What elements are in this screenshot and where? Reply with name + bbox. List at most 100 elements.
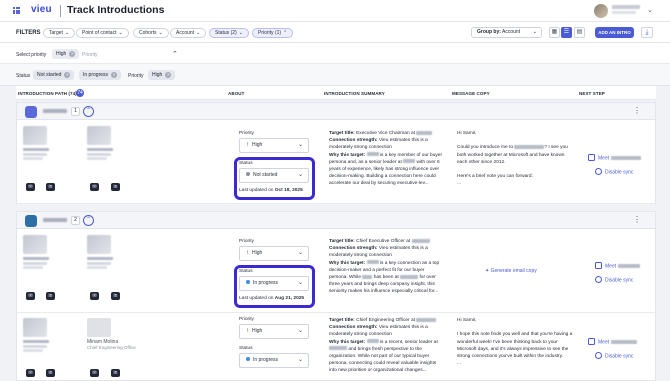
chevron-up-icon[interactable]: ⌃ bbox=[83, 215, 94, 226]
col-intro-path[interactable]: INTRODUCTION PATH (74) bbox=[18, 91, 77, 96]
status-tag-in-progress[interactable]: In progress × bbox=[79, 70, 122, 80]
chevron-down-icon: ⌄ bbox=[297, 357, 303, 363]
calendar-icon bbox=[595, 262, 602, 269]
chevron-down-icon: ⌄ bbox=[297, 280, 303, 286]
mail-icon[interactable]: ✉ bbox=[90, 369, 99, 377]
status-select[interactable]: Not started ⌄ bbox=[239, 168, 309, 183]
linkedin-icon[interactable]: in bbox=[46, 369, 55, 377]
path-count-badge[interactable]: 74 bbox=[76, 89, 84, 97]
add-intro-button[interactable]: ADD AN INTRO bbox=[595, 27, 634, 38]
filter-point-of-contact[interactable]: Point of contact ⌄ bbox=[76, 28, 129, 38]
group-by-select[interactable]: Group by: Account ⌄ bbox=[471, 27, 542, 38]
meet-link[interactable]: Meet bbox=[588, 154, 641, 162]
grid-view-icon[interactable]: ▦ bbox=[549, 27, 560, 38]
linkedin-icon[interactable]: in bbox=[111, 183, 120, 191]
status-dot-icon bbox=[246, 172, 250, 176]
message-copy: Hi Samir, I hope this note finds you wel… bbox=[457, 318, 573, 367]
account-name-redacted bbox=[43, 109, 67, 113]
col-summary: INTRODUCTION SUMMARY bbox=[324, 91, 385, 96]
chevron-up-icon: ⌃ bbox=[283, 30, 288, 36]
disable-sync-button[interactable]: Disable sync bbox=[595, 168, 633, 176]
chevron-down-icon: ⌄ bbox=[532, 29, 537, 35]
status-select[interactable]: In progress ⌄ bbox=[239, 353, 309, 368]
app-grid-icon[interactable] bbox=[13, 7, 20, 14]
account-group: 2 ⌃ ⋮ ✉ in ✉ in Priority ↑ High ⌄ Status I… bbox=[16, 211, 656, 381]
priority-selected-tag[interactable]: High × bbox=[52, 49, 80, 59]
account-group: 1 ⌃ ⋮ ✉ in ✉ in Priority ↑ High ⌄ Status N… bbox=[16, 102, 656, 204]
close-icon[interactable]: × bbox=[69, 51, 76, 57]
chevron-up-icon[interactable]: ⌃ bbox=[83, 106, 94, 117]
app-logo[interactable]: vieu bbox=[31, 4, 52, 15]
person-card[interactable]: Miriam Molina Chief Engineering Office bbox=[87, 318, 147, 350]
account-group-header[interactable]: 1 ⌃ ⋮ bbox=[17, 103, 655, 120]
intro-summary: Target title: Chief Executive Officer at… bbox=[329, 238, 440, 295]
filter-cohorts[interactable]: Cohorts ⌄ bbox=[133, 28, 169, 38]
mail-icon[interactable]: ✉ bbox=[26, 292, 35, 300]
table-view-icon[interactable]: ▤ bbox=[574, 27, 585, 38]
chevron-down-icon: ⌄ bbox=[196, 30, 201, 36]
mail-icon[interactable]: ✉ bbox=[90, 183, 99, 191]
filter-account[interactable]: Account ⌄ bbox=[170, 28, 207, 38]
sync-off-icon bbox=[595, 352, 602, 359]
account-group-header[interactable]: 2 ⌃ ⋮ bbox=[17, 212, 655, 229]
priority-select[interactable]: ↑ High ⌄ bbox=[239, 138, 309, 153]
table-header: INTRODUCTION PATH (74) 74 ABOUT INTRODUC… bbox=[16, 86, 656, 100]
table-row: ✉ in ✉ in Priority ↑ High ⌄ Status In prog… bbox=[17, 229, 655, 313]
chevron-down-icon: ⌄ bbox=[297, 250, 303, 256]
status-select[interactable]: In progress ⌄ bbox=[239, 276, 309, 291]
status-tag-not-started[interactable]: Not started × bbox=[33, 70, 75, 80]
person-title: Chief Engineering Office bbox=[87, 345, 136, 350]
close-icon[interactable]: × bbox=[111, 72, 118, 78]
chevron-down-icon[interactable]: ⌄ bbox=[647, 6, 653, 14]
filter-status[interactable]: Status (2) ⌄ bbox=[209, 28, 249, 38]
chevron-down-icon: ⌄ bbox=[297, 328, 303, 334]
person-card[interactable] bbox=[23, 318, 53, 352]
download-icon[interactable]: ⤓ bbox=[641, 27, 653, 38]
table-row: ✉ in ✉ in Priority ↑ High ⌄ Status Not sta… bbox=[17, 120, 655, 204]
status-field-label: Status bbox=[239, 346, 253, 351]
person-card[interactable] bbox=[87, 126, 117, 160]
disable-sync-button[interactable]: Disable sync bbox=[595, 276, 633, 284]
close-icon[interactable]: × bbox=[64, 72, 71, 78]
mail-icon[interactable]: ✉ bbox=[26, 183, 35, 191]
priority-tag-high[interactable]: High × bbox=[148, 70, 176, 80]
filter-bar: FILTERS Target ⌄ Point of contact ⌄ Cohort… bbox=[0, 22, 670, 43]
generate-email-button[interactable]: ✦ Generate email copy bbox=[485, 268, 537, 274]
priority-label: Priority bbox=[128, 73, 144, 79]
linkedin-icon[interactable]: in bbox=[111, 292, 120, 300]
meet-link[interactable]: Meet bbox=[595, 262, 640, 270]
calendar-icon bbox=[588, 154, 595, 161]
status-label: Status bbox=[16, 73, 31, 79]
meet-link[interactable]: Meet bbox=[588, 338, 637, 346]
filter-priority[interactable]: Priority (1) ⌃ bbox=[252, 28, 294, 38]
mail-icon[interactable]: ✉ bbox=[26, 369, 35, 377]
priority-search-input[interactable]: Priority bbox=[82, 52, 98, 58]
user-avatar[interactable] bbox=[594, 4, 608, 18]
account-count: 1 bbox=[71, 107, 80, 116]
list-view-icon[interactable]: ☰ bbox=[561, 27, 572, 38]
chevron-down-icon: ⌄ bbox=[297, 142, 303, 148]
page-title: Track Introductions bbox=[67, 4, 165, 16]
person-card[interactable] bbox=[23, 235, 53, 269]
linkedin-icon[interactable]: in bbox=[111, 369, 120, 377]
linkedin-icon[interactable]: in bbox=[46, 292, 55, 300]
more-options-icon[interactable]: ⋮ bbox=[633, 215, 641, 224]
sync-off-icon bbox=[595, 276, 602, 283]
close-icon[interactable]: × bbox=[165, 72, 172, 78]
last-updated: Last updated on Oct 18, 2025 bbox=[239, 188, 303, 193]
person-card[interactable] bbox=[23, 126, 53, 160]
priority-select[interactable]: ↑ High ⌄ bbox=[239, 246, 309, 261]
person-card[interactable] bbox=[87, 235, 117, 269]
chevron-up-icon[interactable]: ⌃ bbox=[172, 50, 178, 58]
priority-field-label: Priority bbox=[239, 317, 254, 322]
filter-target[interactable]: Target ⌄ bbox=[43, 28, 76, 38]
calendar-icon bbox=[588, 338, 595, 345]
priority-select[interactable]: ↑ High ⌄ bbox=[239, 324, 309, 339]
more-options-icon[interactable]: ⋮ bbox=[633, 106, 641, 115]
account-name-redacted bbox=[43, 218, 67, 222]
priority-select-row: Select priority High × Priority ⌃ bbox=[0, 43, 670, 64]
disable-sync-button[interactable]: Disable sync bbox=[595, 352, 633, 360]
user-company-redacted bbox=[612, 11, 636, 14]
linkedin-icon[interactable]: in bbox=[46, 183, 55, 191]
mail-icon[interactable]: ✉ bbox=[90, 292, 99, 300]
